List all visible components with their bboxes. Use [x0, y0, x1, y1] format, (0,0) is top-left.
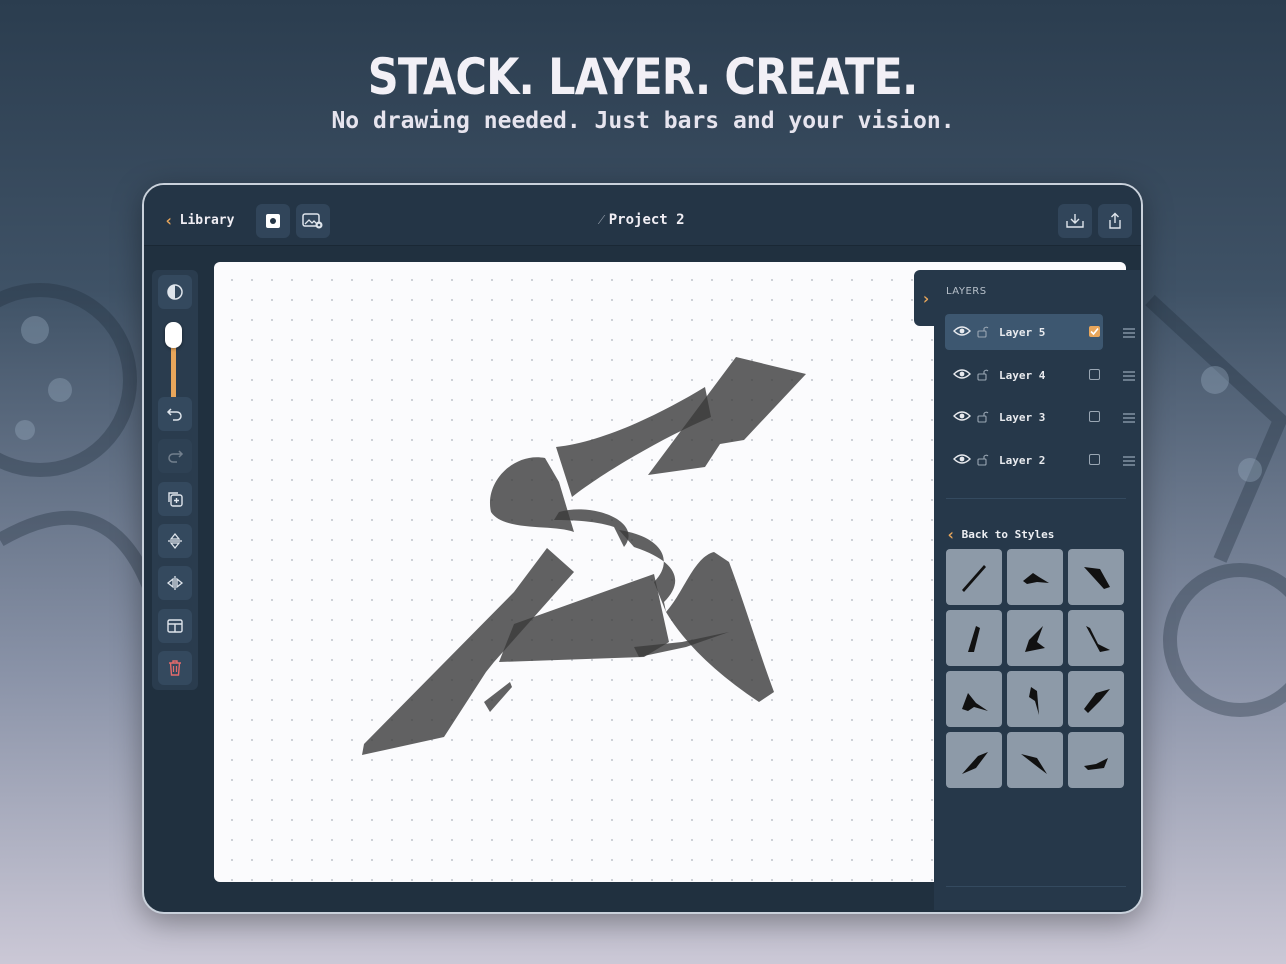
hero: STACK. LAYER. CREATE. No drawing needed.…: [0, 48, 1286, 134]
redo-icon: [168, 450, 184, 463]
style-tile[interactable]: [1007, 549, 1063, 605]
layer-row[interactable]: Layer 4: [945, 357, 1135, 393]
panel-divider: [946, 498, 1126, 499]
brush-style-icon: [1084, 758, 1108, 770]
duplicate-button[interactable]: [158, 482, 192, 516]
unlock-icon[interactable]: [977, 410, 989, 423]
share-icon: [1109, 212, 1121, 229]
share-button[interactable]: [1098, 204, 1132, 238]
brush-style-icon: [968, 626, 980, 652]
hero-subtitle: No drawing needed. Just bars and your vi…: [331, 108, 955, 134]
panel-divider: [946, 886, 1126, 887]
layer-checkbox[interactable]: [1089, 454, 1100, 465]
bar-shape: [484, 682, 512, 712]
tool-rail: [152, 270, 198, 690]
delete-button[interactable]: [158, 651, 192, 685]
style-tile[interactable]: [1068, 610, 1124, 666]
hero-title: STACK. LAYER. CREATE.: [368, 48, 919, 106]
layer-checkbox[interactable]: [1089, 326, 1100, 337]
top-bar: ‹ Library ⁄ Project 2: [144, 185, 1141, 246]
brush-style-icon: [962, 752, 988, 774]
brush-style-icon: [962, 693, 988, 711]
layout-button[interactable]: [158, 609, 192, 643]
flip-horizontal-icon: [166, 576, 184, 590]
contrast-toggle-button[interactable]: [158, 275, 192, 309]
style-tile[interactable]: [1068, 671, 1124, 727]
project-title: Project 2: [608, 212, 685, 228]
eye-icon[interactable]: [953, 453, 971, 465]
back-to-styles-button[interactable]: ‹ Back to Styles: [946, 525, 1054, 544]
style-tile[interactable]: [946, 732, 1002, 788]
bar-shapes: [362, 357, 806, 755]
unlock-icon[interactable]: [977, 325, 989, 338]
pencil-icon: ⁄: [600, 212, 603, 228]
layer-name: Layer 2: [999, 453, 1046, 467]
layers-heading: LAYERS: [946, 286, 987, 297]
brush-style-icon: [1023, 573, 1049, 584]
flip-vertical-button[interactable]: [158, 524, 192, 558]
eye-icon[interactable]: [953, 368, 971, 380]
flip-horizontal-button[interactable]: [158, 566, 192, 600]
layer-row[interactable]: Layer 3: [945, 399, 1135, 435]
layer-row[interactable]: Layer 2: [945, 442, 1135, 478]
style-tile[interactable]: [1068, 549, 1124, 605]
style-tile[interactable]: [1007, 671, 1063, 727]
back-to-styles-label: Back to Styles: [961, 528, 1055, 541]
duplicate-icon: [168, 492, 183, 507]
eye-icon[interactable]: [953, 410, 971, 422]
style-tile[interactable]: [1007, 732, 1063, 788]
eye-icon[interactable]: [953, 325, 971, 337]
brush-style-icon: [962, 565, 986, 592]
brush-style-icon: [1084, 689, 1110, 713]
unlock-icon[interactable]: [977, 453, 989, 466]
drag-handle-icon[interactable]: [1123, 413, 1135, 425]
undo-button[interactable]: [158, 397, 192, 431]
bar-shape: [489, 457, 574, 532]
layout-icon: [167, 619, 183, 633]
layer-checkbox[interactable]: [1089, 369, 1100, 380]
opacity-slider-knob[interactable]: [165, 322, 182, 348]
layer-checkbox[interactable]: [1089, 411, 1100, 422]
undo-icon: [166, 408, 182, 421]
style-grid: [946, 549, 1128, 788]
check-icon: [1090, 327, 1099, 336]
style-tile[interactable]: [946, 671, 1002, 727]
brush-style-icon: [1084, 567, 1110, 589]
chevron-left-icon: ‹: [946, 525, 956, 544]
trash-icon: [169, 660, 181, 676]
chevron-right-icon: ›: [921, 288, 931, 308]
style-tile[interactable]: [1007, 610, 1063, 666]
import-button[interactable]: [1058, 204, 1092, 238]
brush-style-icon: [1086, 626, 1110, 652]
brush-style-icon: [1029, 687, 1039, 715]
brush-style-icon: [1025, 626, 1045, 652]
drag-handle-icon[interactable]: [1123, 328, 1135, 340]
contrast-icon: [167, 284, 183, 300]
style-tile[interactable]: [1068, 732, 1124, 788]
brush-style-icon: [1021, 754, 1047, 774]
drag-handle-icon[interactable]: [1123, 371, 1135, 383]
layer-row[interactable]: Layer 5: [945, 314, 1135, 350]
drag-handle-icon[interactable]: [1123, 456, 1135, 468]
flip-vertical-icon: [168, 532, 182, 550]
style-tile[interactable]: [946, 549, 1002, 605]
project-title-area[interactable]: ⁄ Project 2: [144, 212, 1141, 229]
layers-panel: LAYERS Layer 5 Layer 4 Layer 3 Layer 2 ‹…: [934, 270, 1140, 910]
style-tile[interactable]: [946, 610, 1002, 666]
layer-name: Layer 5: [999, 325, 1046, 339]
layer-name: Layer 3: [999, 410, 1046, 424]
download-tray-icon: [1066, 214, 1084, 228]
app-window: ‹ Library ⁄ Project 2 › LAYERS Layer 5 L…: [142, 183, 1143, 914]
redo-button[interactable]: [158, 439, 192, 473]
layer-name: Layer 4: [999, 368, 1046, 382]
unlock-icon[interactable]: [977, 368, 989, 381]
